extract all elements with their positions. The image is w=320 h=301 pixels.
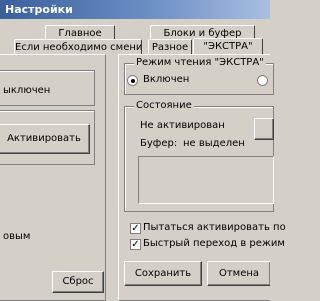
cancel-button-label: Отмена <box>218 268 260 279</box>
save-button-label: Сохранить <box>134 268 192 279</box>
activate-button-label: Активировать <box>7 133 81 144</box>
quick-switch-label: Быстрый переход в режим <box>143 238 285 249</box>
tab-misc[interactable]: Разное <box>148 39 192 55</box>
activate-button[interactable]: Активировать <box>0 124 90 154</box>
reset-button-label: Сброс <box>62 276 94 287</box>
left-item-off: ыключен <box>3 85 51 96</box>
mode-off-radio[interactable] <box>257 75 268 86</box>
mode-on-radio[interactable] <box>127 75 138 86</box>
title-bar[interactable]: Настройки <box>0 0 270 19</box>
reset-button[interactable]: Сброс <box>52 271 104 293</box>
tab-change-type-label: Если необходимо сменить тип <box>15 42 142 53</box>
quick-switch-checkbox[interactable]: ✓ <box>130 239 141 250</box>
auto-activate-checkbox[interactable]: ✓ <box>130 223 141 234</box>
tab-main-label: Главное <box>58 28 102 39</box>
status-legend: Состояние <box>134 100 194 111</box>
cancel-button[interactable]: Отмена <box>207 261 270 286</box>
buffer-label: Буфер: <box>140 138 178 149</box>
left-item-new: овым <box>3 231 31 242</box>
tab-change-type[interactable]: Если необходимо сменить тип <box>14 39 142 55</box>
status-details-box <box>138 156 274 204</box>
mode-on-label: Включен <box>143 74 190 85</box>
tab-misc-label: Разное <box>151 42 189 53</box>
buffer-value: не выделен <box>183 138 245 149</box>
save-button[interactable]: Сохранить <box>124 261 202 286</box>
window-title: Настройки <box>5 3 73 16</box>
tab-extra-label: "ЭКСТРА" <box>203 41 253 52</box>
auto-activate-label: Пытаться активировать по <box>143 222 286 233</box>
status-side-button[interactable] <box>254 118 274 140</box>
reading-mode-legend: Режим чтения "ЭКСТРА" <box>134 57 266 68</box>
status-value: Не активирован <box>140 120 225 131</box>
